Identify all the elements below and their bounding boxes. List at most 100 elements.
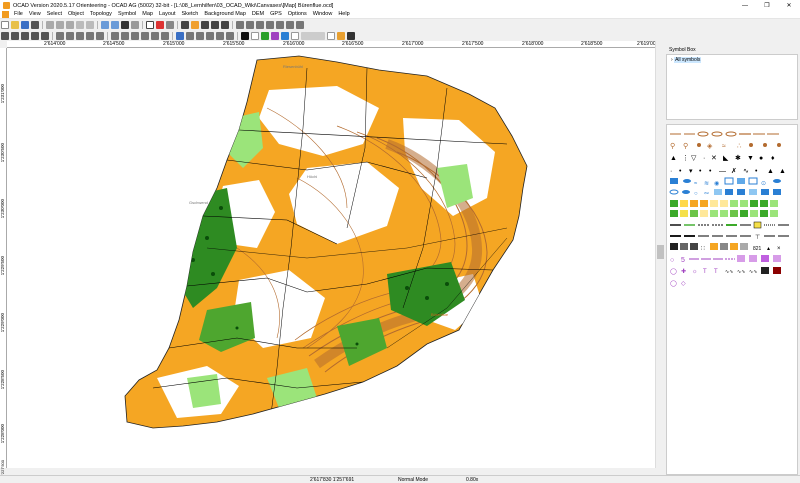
background-map-icon[interactable]	[196, 31, 204, 40]
vertical-scrollbar[interactable]	[655, 41, 664, 468]
redo-icon[interactable]	[86, 20, 94, 29]
new-file-icon[interactable]	[1, 20, 9, 29]
menu-topology[interactable]: Topology	[87, 11, 115, 17]
svg-text:·: ·	[670, 168, 672, 175]
svg-text:♦: ♦	[771, 155, 775, 162]
fill-icon[interactable]	[11, 31, 19, 40]
rotate-icon[interactable]	[221, 20, 229, 29]
straight-line-icon[interactable]	[276, 20, 284, 29]
menu-select[interactable]: Select	[44, 11, 65, 17]
menu-file[interactable]: File	[11, 11, 26, 17]
numeric-mode-icon[interactable]	[296, 20, 304, 29]
symbol-swatches[interactable]: ⚲ ⚲ ◈ ≈ ∴ ▲ ⋮ ▽ · ✕ ◣ ✱ ▼ ● ♦ · • ▾ • •	[667, 125, 799, 476]
color-white-swatch[interactable]	[251, 31, 259, 40]
menu-window[interactable]: Window	[310, 11, 336, 17]
save-icon[interactable]	[21, 20, 29, 29]
mirror-icon[interactable]	[121, 31, 129, 40]
spot-color-icon[interactable]	[226, 31, 234, 40]
expand-icon[interactable]: ›	[671, 57, 673, 63]
toolbar-secondary	[0, 30, 660, 41]
arrow-left-icon[interactable]	[176, 31, 184, 40]
select-object-icon[interactable]	[191, 20, 199, 29]
tree-node-all-symbols[interactable]: › All symbols	[671, 57, 702, 63]
map-canvas[interactable]: Riesenbühl Gschwend Bürenflue Höchi	[7, 48, 655, 468]
symbol-grid[interactable]: ⚲ ⚲ ◈ ≈ ∴ ▲ ⋮ ▽ · ✕ ◣ ✱ ▼ ● ♦ · • ▾ • •	[666, 124, 798, 475]
ruler-vertical: 1'231'000 1'230'500 1'230'000 1'229'500 …	[0, 48, 7, 477]
menu-layout[interactable]: Layout	[156, 11, 179, 17]
cut-hole-icon[interactable]	[211, 20, 219, 29]
reverse-icon[interactable]	[31, 31, 39, 40]
ruler-x-label: 2'614'000	[44, 41, 66, 47]
menu-object[interactable]: Object	[65, 11, 87, 17]
intersect-icon[interactable]	[141, 31, 149, 40]
change-symbol-icon[interactable]	[86, 31, 94, 40]
difference-icon[interactable]	[151, 31, 159, 40]
svg-text:≈: ≈	[722, 143, 726, 150]
merge-icon[interactable]	[66, 31, 74, 40]
open-folder-icon[interactable]	[11, 20, 19, 29]
edit-object-icon[interactable]	[181, 20, 189, 29]
zoom-out-icon[interactable]	[111, 20, 119, 29]
menu-background-map[interactable]: Background Map	[201, 11, 249, 17]
duplicate-icon[interactable]	[96, 31, 104, 40]
join-icon[interactable]	[56, 31, 64, 40]
split-icon[interactable]	[166, 20, 174, 29]
paste-icon[interactable]	[66, 20, 74, 29]
binoculars-icon[interactable]	[121, 20, 129, 29]
ruler-y-label: 1'230'000	[0, 199, 5, 219]
tree-node-label: All symbols	[674, 57, 702, 63]
menu-map[interactable]: Map	[139, 11, 156, 17]
ruler-x-label: 2'616'500	[342, 41, 364, 47]
measure-icon[interactable]	[21, 31, 29, 40]
draft-icon[interactable]	[216, 31, 224, 40]
grid-icon[interactable]	[186, 31, 194, 40]
unify-icon[interactable]	[131, 31, 139, 40]
undo-icon[interactable]	[76, 20, 84, 29]
svg-text:×: ×	[777, 246, 781, 252]
layer-selector[interactable]	[301, 31, 325, 40]
map-label-south: Bürenflue	[431, 312, 449, 317]
menu-gps[interactable]: GPS	[267, 11, 285, 17]
orienteering-icon[interactable]	[337, 31, 345, 40]
menu-view[interactable]: View	[26, 11, 44, 17]
copy-icon[interactable]	[56, 20, 64, 29]
color-purple-swatch[interactable]	[271, 31, 279, 40]
color-black-swatch[interactable]	[241, 31, 249, 40]
svg-text:∷: ∷	[701, 246, 705, 252]
orienteering-map[interactable]: Riesenbühl Gschwend Bürenflue Höchi	[7, 48, 655, 468]
view-icon[interactable]	[327, 31, 335, 40]
svg-text:⋮: ⋮	[682, 155, 689, 162]
menu-dem[interactable]: DEM	[249, 11, 267, 17]
zoom-in-icon[interactable]	[101, 20, 109, 29]
hand-icon[interactable]	[131, 20, 139, 29]
document-icon[interactable]	[2, 10, 9, 18]
symbol-tree[interactable]: › All symbols	[666, 54, 798, 120]
stretch-icon[interactable]	[111, 31, 119, 40]
draft-mode-icon[interactable]	[146, 20, 154, 29]
cross-icon[interactable]	[1, 31, 9, 40]
svg-text:▴: ▴	[767, 246, 770, 252]
curve-mode-icon[interactable]	[236, 20, 244, 29]
ellipse-mode-icon[interactable]	[246, 20, 254, 29]
menu-symbol[interactable]: Symbol	[115, 11, 139, 17]
camera-icon[interactable]	[347, 31, 355, 40]
convert-icon[interactable]	[161, 31, 169, 40]
cut-object-icon[interactable]	[76, 31, 84, 40]
color-blue-swatch[interactable]	[281, 31, 289, 40]
toolbar-separator	[172, 31, 173, 40]
move-icon[interactable]	[156, 20, 164, 29]
menu-options[interactable]: Options	[285, 11, 310, 17]
freehand-icon[interactable]	[286, 20, 294, 29]
color-green-swatch[interactable]	[261, 31, 269, 40]
circle-mode-icon[interactable]	[256, 20, 264, 29]
menu-sketch[interactable]: Sketch	[179, 11, 202, 17]
color-empty-swatch[interactable]	[291, 31, 299, 40]
rectangle-mode-icon[interactable]	[266, 20, 274, 29]
smooth-icon[interactable]	[41, 31, 49, 40]
print-icon[interactable]	[31, 20, 39, 29]
edit-point-icon[interactable]	[201, 20, 209, 29]
hatch-icon[interactable]	[206, 31, 214, 40]
menu-help[interactable]: Help	[335, 11, 352, 17]
cut-icon[interactable]	[46, 20, 54, 29]
vertical-scroll-thumb[interactable]	[657, 245, 664, 259]
